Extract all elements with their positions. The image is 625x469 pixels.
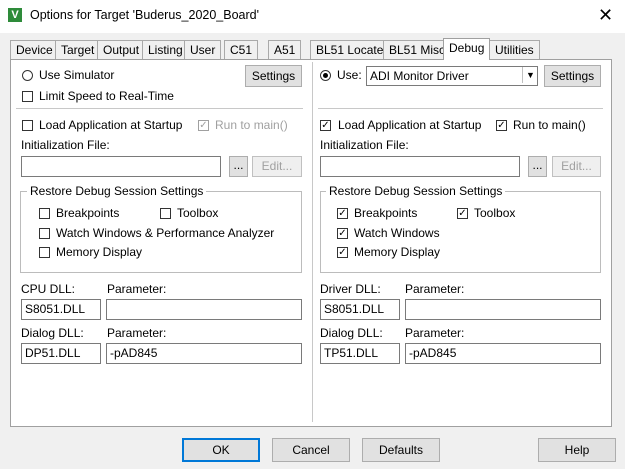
right-init-file-input[interactable]: [320, 156, 520, 177]
left-breakpoints-checkbox[interactable]: [39, 208, 50, 219]
cpu-parameter-input[interactable]: [106, 299, 302, 320]
tab-output[interactable]: Output: [97, 40, 146, 59]
cancel-button[interactable]: Cancel: [272, 438, 350, 462]
tab-utilities[interactable]: Utilities: [489, 40, 540, 59]
right-restore-group-label: Restore Debug Session Settings: [326, 184, 506, 198]
right-run-to-main-checkbox[interactable]: ✓: [496, 120, 507, 131]
use-driver-radio[interactable]: [320, 70, 331, 81]
app-icon: V: [8, 8, 22, 22]
right-watch-windows-checkbox[interactable]: ✓: [337, 228, 348, 239]
left-edit-button[interactable]: Edit...: [252, 156, 302, 177]
right-load-app-label: Load Application at Startup: [338, 118, 482, 132]
right-section-divider: [318, 108, 603, 109]
right-toolbox-label: Toolbox: [474, 206, 516, 220]
right-dialog-dll-label: Dialog DLL:: [320, 326, 383, 340]
close-icon[interactable]: ✕: [598, 5, 613, 25]
right-edit-button[interactable]: Edit...: [552, 156, 601, 177]
right-memory-display-checkbox[interactable]: ✓: [337, 247, 348, 258]
simulator-settings-button[interactable]: Settings: [245, 65, 302, 87]
driver-settings-button[interactable]: Settings: [544, 65, 601, 87]
left-browse-button[interactable]: ...: [229, 156, 248, 177]
left-init-file-label: Initialization File:: [21, 138, 110, 152]
ok-button[interactable]: OK: [182, 438, 260, 462]
left-run-to-main-checkbox[interactable]: ✓: [198, 120, 209, 131]
left-section-divider: [16, 108, 303, 109]
defaults-button[interactable]: Defaults: [362, 438, 440, 462]
right-dialog-parameter-label: Parameter:: [405, 326, 465, 340]
right-toolbox-checkbox[interactable]: ✓: [457, 208, 468, 219]
left-dialog-dll-input[interactable]: DP51.DLL: [21, 343, 101, 364]
tab-listing[interactable]: Listing: [142, 40, 189, 59]
column-divider: [312, 62, 313, 422]
left-load-app-checkbox[interactable]: [22, 120, 33, 131]
right-breakpoints-checkbox[interactable]: ✓: [337, 208, 348, 219]
right-run-to-main-label: Run to main(): [513, 118, 586, 132]
right-memory-display-label: Memory Display: [354, 245, 441, 259]
tab-target[interactable]: Target: [55, 40, 101, 59]
right-load-app-checkbox[interactable]: ✓: [320, 120, 331, 131]
tab-bl51-misc[interactable]: BL51 Misc: [383, 40, 452, 59]
right-breakpoints-label: Breakpoints: [354, 206, 418, 220]
use-simulator-label: Use Simulator: [39, 68, 115, 82]
help-button[interactable]: Help: [538, 438, 616, 462]
left-dialog-parameter-input[interactable]: -pAD845: [106, 343, 302, 364]
limit-speed-label: Limit Speed to Real-Time: [39, 89, 174, 103]
tab-c51[interactable]: C51: [224, 40, 259, 59]
use-simulator-radio[interactable]: [22, 70, 33, 81]
use-driver-label: Use:: [337, 68, 362, 82]
left-toolbox-label: Toolbox: [177, 206, 219, 220]
left-init-file-input[interactable]: [21, 156, 221, 177]
window-title: Options for Target 'Buderus_2020_Board': [30, 8, 259, 22]
left-load-app-label: Load Application at Startup: [39, 118, 183, 132]
left-breakpoints-label: Breakpoints: [56, 206, 120, 220]
limit-speed-checkbox[interactable]: [22, 91, 33, 102]
tab-device[interactable]: Device: [10, 40, 59, 59]
left-run-to-main-label: Run to main(): [215, 118, 288, 132]
cpu-parameter-label: Parameter:: [107, 282, 167, 296]
left-dialog-dll-label: Dialog DLL:: [21, 326, 84, 340]
chevron-down-icon[interactable]: ▼: [522, 67, 538, 83]
left-watch-windows-label: Watch Windows & Performance Analyzer: [56, 226, 275, 240]
tab-a51[interactable]: A51: [268, 40, 302, 59]
left-watch-windows-checkbox[interactable]: [39, 228, 50, 239]
left-dialog-parameter-label: Parameter:: [107, 326, 167, 340]
left-memory-display-label: Memory Display: [56, 245, 143, 259]
cpu-dll-label: CPU DLL:: [21, 282, 76, 296]
right-browse-button[interactable]: ...: [528, 156, 547, 177]
tab-user[interactable]: User: [184, 40, 222, 59]
cpu-dll-input[interactable]: S8051.DLL: [21, 299, 101, 320]
driver-select[interactable]: ADI Monitor Driver: [366, 66, 538, 86]
right-init-file-label: Initialization File:: [320, 138, 409, 152]
right-watch-windows-label: Watch Windows: [354, 226, 440, 240]
driver-parameter-input[interactable]: [405, 299, 601, 320]
driver-dll-label: Driver DLL:: [320, 282, 381, 296]
driver-parameter-label: Parameter:: [405, 282, 465, 296]
left-restore-group-label: Restore Debug Session Settings: [27, 184, 207, 198]
left-memory-display-checkbox[interactable]: [39, 247, 50, 258]
tab-bl51-locate[interactable]: BL51 Locate: [310, 40, 390, 59]
right-dialog-parameter-input[interactable]: -pAD845: [405, 343, 601, 364]
driver-select-value: ADI Monitor Driver: [370, 69, 469, 83]
left-toolbox-checkbox[interactable]: [160, 208, 171, 219]
driver-dll-input[interactable]: S8051.DLL: [320, 299, 400, 320]
tab-debug[interactable]: Debug: [443, 38, 491, 60]
right-dialog-dll-input[interactable]: TP51.DLL: [320, 343, 400, 364]
